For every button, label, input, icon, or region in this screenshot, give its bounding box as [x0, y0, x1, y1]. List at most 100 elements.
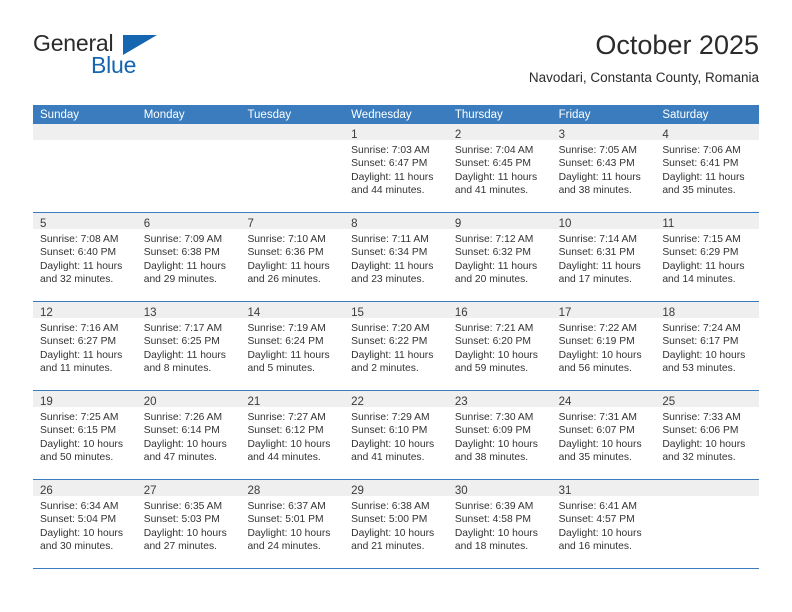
- calendar-day-cell[interactable]: 30 Sunrise: 6:39 AM Sunset: 4:58 PM Dayligh…: [447, 480, 552, 568]
- calendar-day-cell[interactable]: 19 Sunrise: 7:25 AM Sunset: 6:15 PM Dayligh…: [33, 391, 137, 479]
- sunrise-text: Sunrise: 7:06 AM: [662, 145, 741, 156]
- calendar-day-cell[interactable]: 22 Sunrise: 7:29 AM Sunset: 6:10 PM Dayligh…: [344, 391, 448, 479]
- calendar-day-cell[interactable]: 18 Sunrise: 7:24 AM Sunset: 6:17 PM Dayligh…: [655, 302, 760, 390]
- day-details: Sunrise: 7:05 AM Sunset: 6:43 PM Daylight:…: [552, 140, 656, 197]
- day-number-band: 20: [136, 391, 241, 408]
- sunrise-text: Sunrise: 6:39 AM: [454, 501, 534, 512]
- calendar-day-cell[interactable]: 25 Sunrise: 7:33 AM Sunset: 6:06 PM Dayligh…: [655, 391, 760, 479]
- daylight-text-cont: and 18 minutes.: [454, 540, 529, 552]
- calendar-day-cell[interactable]: 9 Sunrise: 7:12 AM Sunset: 6:32 PM Daylight…: [447, 213, 552, 301]
- day-details: Sunrise: 7:27 AM Sunset: 6:12 PM Daylight:…: [240, 407, 344, 464]
- day-number: 19: [40, 396, 53, 408]
- calendar-week-row: 1 Sunrise: 7:03 AM Sunset: 6:47 PM Daylight…: [33, 124, 760, 213]
- brand-logo[interactable]: General Blue: [33, 30, 263, 84]
- day-details: Sunrise: 7:15 AM Sunset: 6:29 PM Daylight:…: [655, 229, 759, 286]
- sunset-text: Sunset: 6:07 PM: [558, 425, 635, 437]
- calendar-day-cell[interactable]: 21 Sunrise: 7:27 AM Sunset: 6:12 PM Dayligh…: [240, 391, 345, 479]
- daylight-text-cont: and 38 minutes.: [558, 184, 632, 196]
- day-number: 29: [351, 485, 364, 497]
- daylight-text: Daylight: 11 hours: [143, 260, 226, 272]
- day-number: 27: [143, 485, 157, 497]
- daylight-text-cont: and 32 minutes.: [662, 451, 736, 463]
- day-number: 15: [351, 307, 364, 319]
- sunrise-text: Sunrise: 7:09 AM: [143, 234, 223, 245]
- sunset-text: Sunset: 5:04 PM: [40, 514, 117, 526]
- day-number-band: 29: [344, 480, 448, 497]
- calendar-day-cell[interactable]: 2 Sunrise: 7:04 AM Sunset: 6:45 PM Daylight…: [447, 124, 552, 212]
- daylight-text: Daylight: 11 hours: [143, 349, 226, 361]
- calendar-day-cell[interactable]: 28 Sunrise: 6:37 AM Sunset: 5:01 PM Dayligh…: [240, 480, 345, 568]
- sunset-text: Sunset: 6:41 PM: [662, 158, 739, 170]
- day-number: 20: [143, 396, 157, 408]
- daylight-text: Daylight: 10 hours: [351, 438, 435, 450]
- day-number: 25: [662, 396, 676, 408]
- daylight-text-cont: and 47 minutes.: [143, 451, 217, 463]
- calendar-day-cell[interactable]: 1 Sunrise: 7:03 AM Sunset: 6:47 PM Daylight…: [344, 124, 448, 212]
- calendar-day-cell[interactable]: 27 Sunrise: 6:35 AM Sunset: 5:03 PM Dayligh…: [136, 480, 241, 568]
- weekday-header-monday: Monday: [143, 109, 185, 121]
- sunset-text: Sunset: 4:58 PM: [454, 514, 532, 526]
- daylight-text-cont: and 44 minutes.: [247, 451, 321, 463]
- daylight-text: Daylight: 11 hours: [662, 171, 745, 183]
- daylight-text-cont: and 27 minutes.: [143, 540, 217, 552]
- calendar-day-cell[interactable]: 29 Sunrise: 6:38 AM Sunset: 5:00 PM Dayligh…: [344, 480, 448, 568]
- day-number-band: 19: [33, 391, 137, 408]
- calendar-day-cell[interactable]: 7 Sunrise: 7:10 AM Sunset: 6:36 PM Daylight…: [240, 213, 345, 301]
- day-number: 3: [558, 129, 565, 141]
- day-details: [33, 140, 137, 144]
- daylight-text: Daylight: 11 hours: [351, 260, 434, 272]
- sunset-text: Sunset: 6:47 PM: [351, 158, 428, 170]
- day-number: 26: [40, 485, 53, 497]
- calendar-day-cell[interactable]: 17 Sunrise: 7:22 AM Sunset: 6:19 PM Dayligh…: [551, 302, 656, 390]
- sunrise-text: Sunrise: 7:04 AM: [454, 145, 534, 156]
- calendar-day-cell[interactable]: 14 Sunrise: 7:19 AM Sunset: 6:24 PM Dayligh…: [240, 302, 345, 390]
- calendar-day-cell[interactable]: 15 Sunrise: 7:20 AM Sunset: 6:22 PM Dayligh…: [344, 302, 448, 390]
- sunrise-text: Sunrise: 7:05 AM: [558, 145, 638, 156]
- calendar-day-cell[interactable]: 4 Sunrise: 7:06 AM Sunset: 6:41 PM Daylight…: [655, 124, 760, 212]
- sunrise-text: Sunrise: 7:14 AM: [558, 234, 638, 245]
- calendar-day-cell[interactable]: 6 Sunrise: 7:09 AM Sunset: 6:38 PM Daylight…: [136, 213, 241, 301]
- calendar-day-cell[interactable]: 12 Sunrise: 7:16 AM Sunset: 6:27 PM Dayligh…: [33, 302, 137, 390]
- day-number-band: 7: [240, 213, 345, 230]
- day-number-band: [240, 124, 345, 140]
- sunrise-text: Sunrise: 7:22 AM: [558, 323, 638, 334]
- daylight-text-cont: and 59 minutes.: [454, 362, 529, 374]
- calendar-day-cell[interactable]: 13 Sunrise: 7:17 AM Sunset: 6:25 PM Dayligh…: [136, 302, 241, 390]
- calendar-day-cell-empty: [136, 124, 241, 212]
- day-details: Sunrise: 7:03 AM Sunset: 6:47 PM Daylight:…: [344, 140, 448, 197]
- day-number: 7: [247, 218, 254, 230]
- calendar-day-cell[interactable]: 16 Sunrise: 7:21 AM Sunset: 6:20 PM Dayligh…: [447, 302, 552, 390]
- calendar-week-row: 12 Sunrise: 7:16 AM Sunset: 6:27 PM Dayligh…: [33, 302, 760, 391]
- weekday-header-thursday: Thursday: [454, 109, 503, 121]
- day-number-band: 30: [447, 480, 552, 497]
- daylight-text: Daylight: 10 hours: [558, 438, 642, 450]
- daylight-text: Daylight: 10 hours: [143, 438, 227, 450]
- day-details: Sunrise: 6:37 AM Sunset: 5:01 PM Daylight:…: [240, 496, 344, 553]
- sunrise-text: Sunrise: 7:12 AM: [454, 234, 534, 245]
- calendar-week-row: 5 Sunrise: 7:08 AM Sunset: 6:40 PM Daylight…: [33, 213, 760, 302]
- sunset-text: Sunset: 6:31 PM: [558, 247, 635, 259]
- calendar-day-cell[interactable]: 8 Sunrise: 7:11 AM Sunset: 6:34 PM Daylight…: [344, 213, 448, 301]
- daylight-text: Daylight: 11 hours: [40, 260, 123, 272]
- day-details: Sunrise: 7:08 AM Sunset: 6:40 PM Daylight:…: [33, 229, 137, 286]
- calendar-day-cell[interactable]: 3 Sunrise: 7:05 AM Sunset: 6:43 PM Daylight…: [551, 124, 656, 212]
- calendar-day-cell[interactable]: 23 Sunrise: 7:30 AM Sunset: 6:09 PM Dayligh…: [447, 391, 552, 479]
- sunrise-text: Sunrise: 7:15 AM: [662, 234, 741, 245]
- day-details: Sunrise: 6:35 AM Sunset: 5:03 PM Daylight:…: [137, 496, 241, 553]
- calendar-day-cell[interactable]: 11 Sunrise: 7:15 AM Sunset: 6:29 PM Dayligh…: [655, 213, 760, 301]
- calendar-day-cell[interactable]: 26 Sunrise: 6:34 AM Sunset: 5:04 PM Dayligh…: [33, 480, 137, 568]
- sunset-text: Sunset: 6:32 PM: [454, 247, 532, 259]
- calendar-day-cell[interactable]: 5 Sunrise: 7:08 AM Sunset: 6:40 PM Daylight…: [33, 213, 137, 301]
- daylight-text: Daylight: 11 hours: [247, 260, 330, 272]
- day-number: 31: [558, 485, 572, 497]
- day-number: 30: [454, 485, 468, 497]
- calendar-day-cell[interactable]: 20 Sunrise: 7:26 AM Sunset: 6:14 PM Dayligh…: [136, 391, 241, 479]
- brand-name-blue: Blue: [91, 52, 137, 78]
- calendar-day-cell[interactable]: 31 Sunrise: 6:41 AM Sunset: 4:57 PM Dayligh…: [551, 480, 656, 568]
- sunrise-text: Sunrise: 6:34 AM: [40, 501, 119, 512]
- calendar-day-cell[interactable]: 10 Sunrise: 7:14 AM Sunset: 6:31 PM Dayligh…: [551, 213, 656, 301]
- calendar-day-cell[interactable]: 24 Sunrise: 7:31 AM Sunset: 6:07 PM Dayligh…: [551, 391, 656, 479]
- day-details: Sunrise: 7:29 AM Sunset: 6:10 PM Daylight:…: [344, 407, 448, 464]
- daylight-text-cont: and 17 minutes.: [558, 273, 632, 285]
- daylight-text-cont: and 20 minutes.: [454, 273, 529, 285]
